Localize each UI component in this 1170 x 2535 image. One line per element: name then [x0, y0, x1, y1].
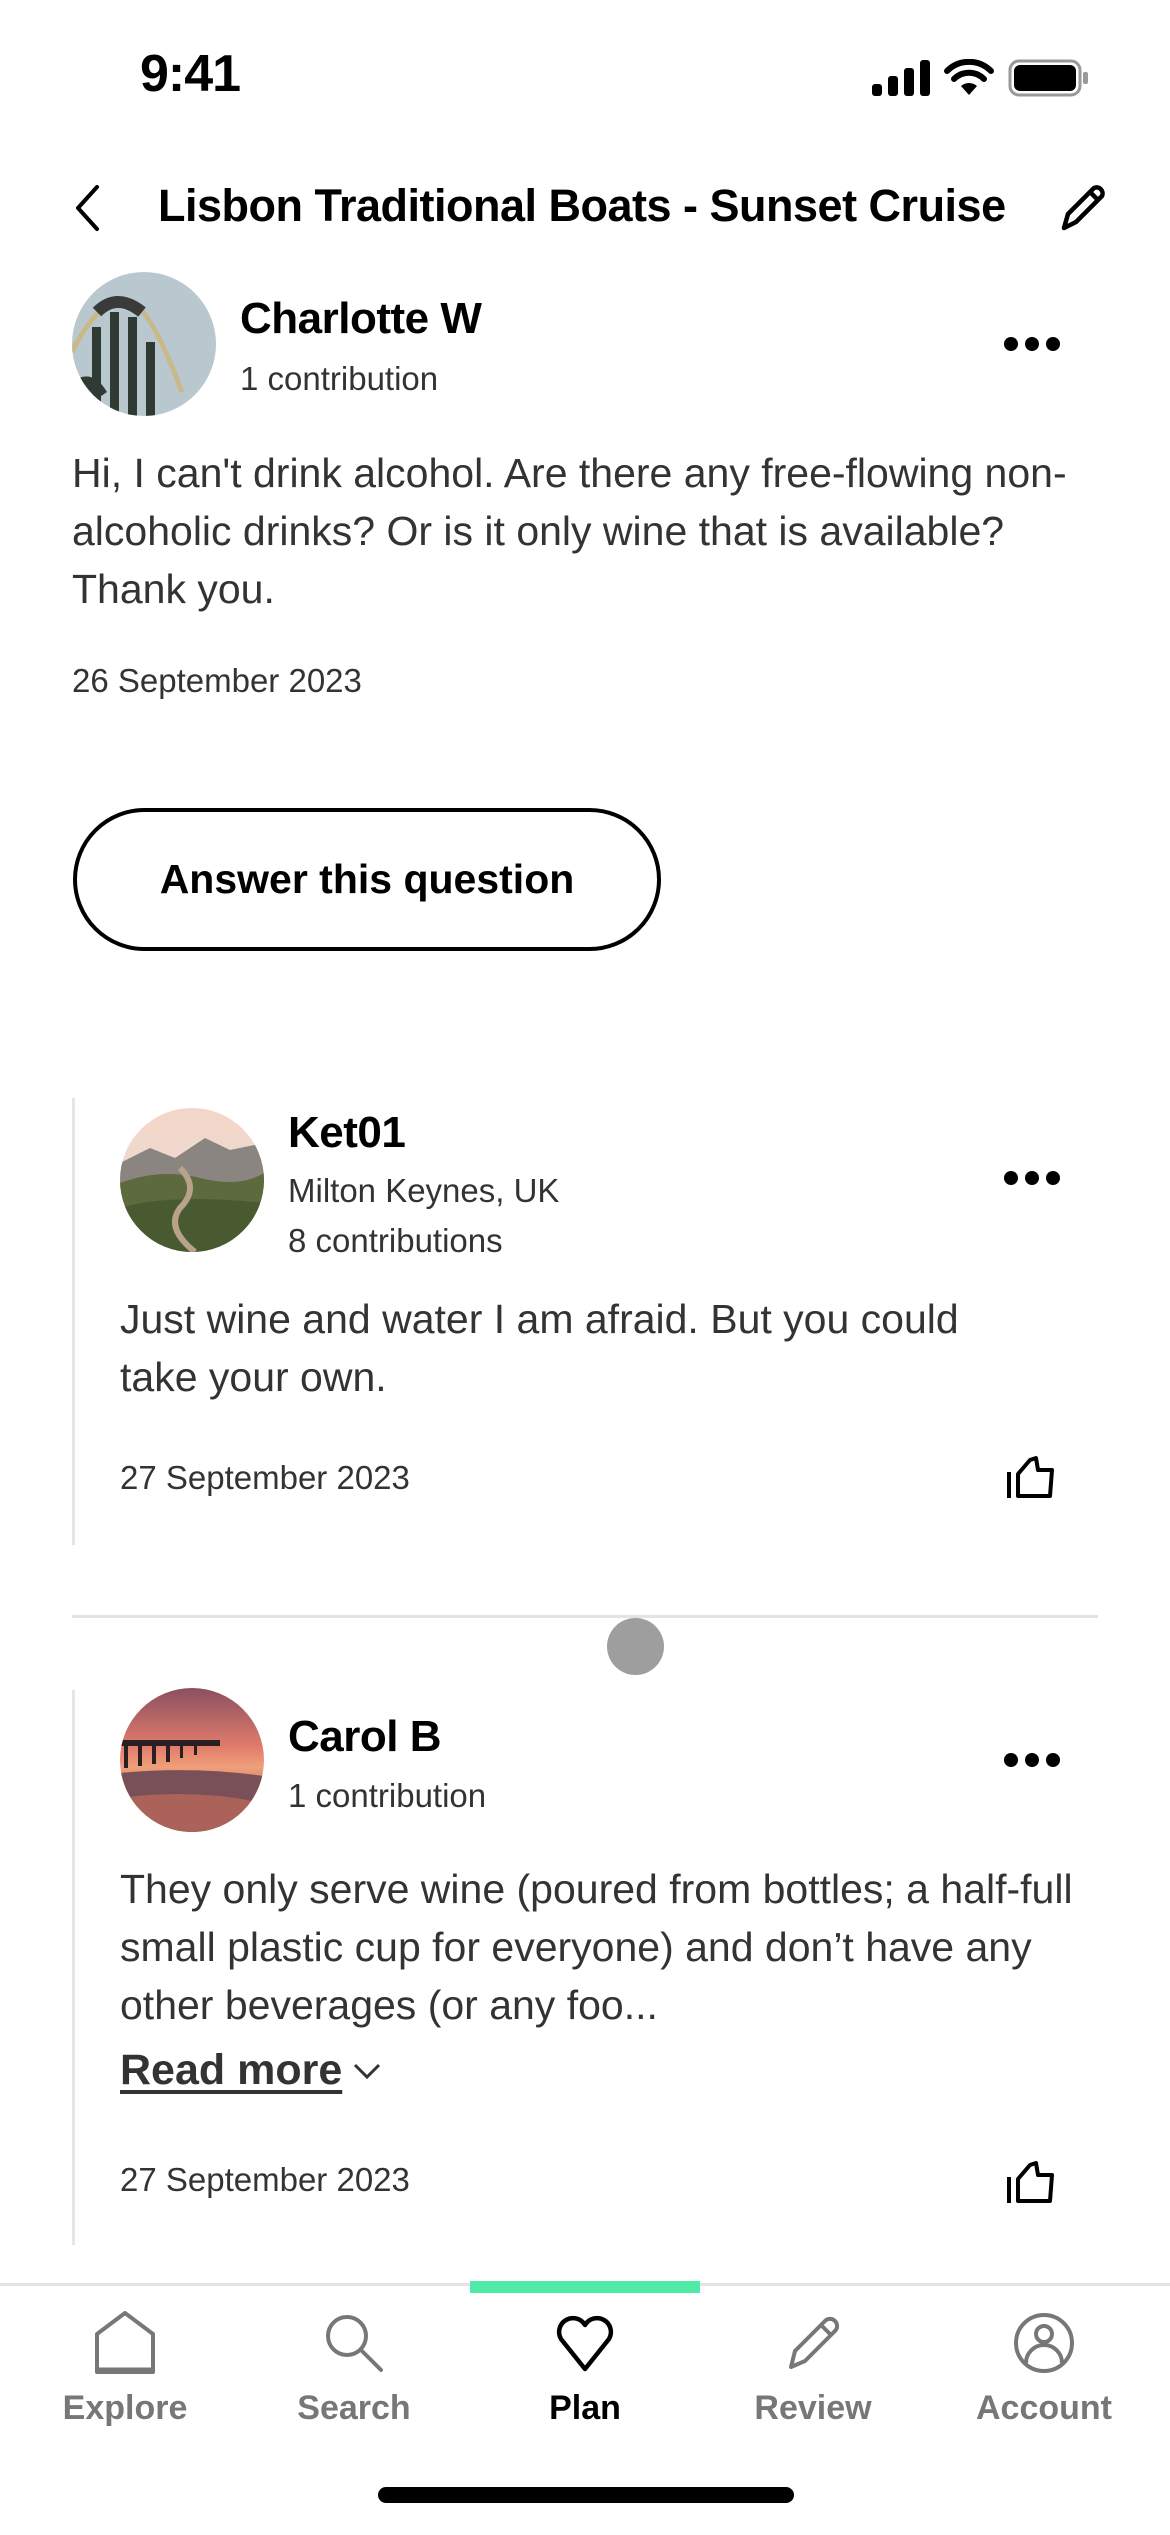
answer-date: 27 September 2023: [120, 1459, 410, 1496]
tab-label: Explore: [62, 2389, 188, 2427]
avatar[interactable]: [120, 1108, 264, 1252]
home-indicator[interactable]: [378, 2487, 794, 2503]
answer-text: Just wine and water I am afraid. But you…: [120, 1296, 959, 1400]
answer-thread-rule: [72, 1098, 75, 1545]
edit-button[interactable]: [1050, 176, 1114, 240]
answer-divider: [72, 1615, 1098, 1618]
question-date: 26 September 2023: [72, 662, 362, 699]
avatar-image-great-wall: [120, 1108, 264, 1252]
answer-thread-rule: [72, 1690, 75, 2245]
dot: [1046, 1171, 1060, 1185]
read-more-link[interactable]: Read more: [120, 2046, 382, 2095]
active-tab-indicator: [470, 2281, 700, 2293]
heart-icon: [556, 2315, 614, 2372]
page-title: Lisbon Traditional Boats - Sunset Cruise: [158, 180, 1006, 231]
tab-label: Search: [297, 2389, 411, 2427]
answer-author-name[interactable]: Carol B: [288, 1712, 441, 1762]
tab-label: Account: [976, 2389, 1112, 2427]
question-author-contributions: 1 contribution: [240, 360, 439, 397]
tab-plan[interactable]: Plan: [468, 2305, 702, 2428]
tab-explore[interactable]: Explore: [8, 2305, 242, 2428]
answer-text: They only serve wine (poured from bottle…: [120, 1866, 1073, 2028]
answer-author-contributions: 1 contribution: [288, 1777, 487, 1814]
thumbs-up-icon: [1007, 1456, 1054, 1498]
avatar-image-pier-sunset: [120, 1688, 264, 1832]
tab-account[interactable]: Account: [927, 2305, 1161, 2428]
question-text: Hi, I can't drink alcohol. Are there any…: [72, 450, 1067, 612]
tab-search[interactable]: Search: [237, 2305, 471, 2428]
answer-question-button[interactable]: Answer this question: [73, 808, 661, 951]
question-author-name[interactable]: Charlotte W: [240, 294, 482, 344]
avatar[interactable]: [72, 272, 216, 416]
back-button[interactable]: [64, 176, 112, 240]
dot: [1004, 337, 1018, 351]
dot: [1025, 337, 1039, 351]
tab-review[interactable]: Review: [696, 2305, 930, 2428]
account-icon: [1014, 2313, 1074, 2373]
answer-more-options-button[interactable]: [997, 1158, 1067, 1198]
wifi-icon: [944, 59, 994, 95]
avatar-image-rollercoaster: [72, 272, 216, 416]
answer-author-contributions: 8 contributions: [288, 1222, 503, 1259]
answer-author-location: Milton Keynes, UK: [288, 1172, 560, 1209]
tab-label: Plan: [549, 2389, 621, 2427]
thumbs-up-icon: [1007, 2161, 1054, 2203]
read-more-label: Read more: [120, 2046, 343, 2094]
answer-more-options-button[interactable]: [997, 1740, 1067, 1780]
tab-label: Review: [754, 2389, 872, 2427]
battery-icon: [1008, 59, 1088, 97]
dot: [1046, 1753, 1060, 1767]
helpful-vote-button[interactable]: [1003, 1451, 1059, 1503]
home-icon: [95, 2311, 155, 2374]
pencil-icon: [789, 2316, 840, 2369]
chevron-down-icon: [354, 2063, 381, 2079]
status-time: 9:41: [140, 45, 241, 103]
dot: [1004, 1171, 1018, 1185]
dot: [1046, 337, 1060, 351]
touch-indicator: [607, 1618, 664, 1675]
pencil-icon: [1061, 185, 1105, 231]
dot: [1025, 1171, 1039, 1185]
signal-icon: [872, 60, 930, 96]
dot: [1025, 1753, 1039, 1767]
question-more-options-button[interactable]: [997, 324, 1067, 364]
status-icons: [872, 58, 1090, 98]
avatar[interactable]: [120, 1688, 264, 1832]
answer-author-name[interactable]: Ket01: [288, 1108, 406, 1158]
answer-date: 27 September 2023: [120, 2161, 410, 2198]
chevron-left-icon: [76, 185, 99, 231]
helpful-vote-button[interactable]: [1003, 2156, 1059, 2208]
search-icon: [326, 2315, 383, 2372]
dot: [1004, 1753, 1018, 1767]
